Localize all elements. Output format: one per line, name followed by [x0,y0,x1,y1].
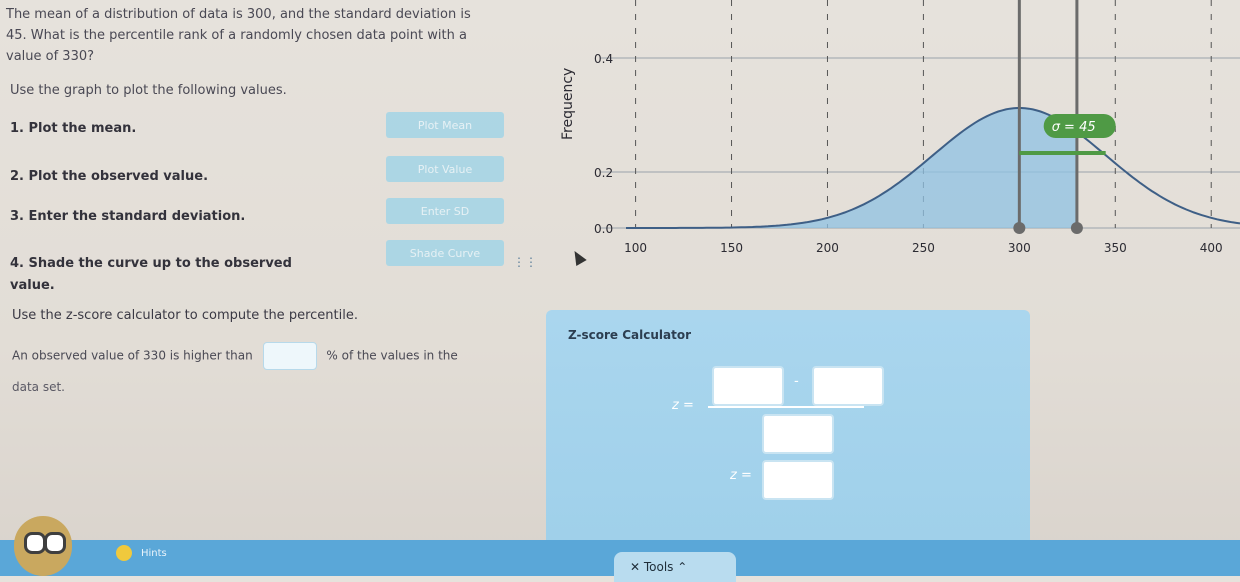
drag-handle-icon[interactable]: ⋮⋮ [513,255,537,269]
hint-bulb-icon[interactable] [116,545,132,561]
sentence-line2: data set. [12,380,65,394]
owl-eye-icon [24,532,46,554]
observed-value-input[interactable] [712,366,784,406]
sigma-label: σ = 45 [1052,120,1096,135]
sentence-before: An observed value of 330 is higher than [12,348,253,363]
sd-input[interactable] [762,414,834,454]
owl-eye-icon [44,532,66,554]
x-tick-label: 150 [720,241,743,255]
percentile-answer-input[interactable] [262,342,317,370]
x-axis-ticks: 100 150 200 250 300 350 400 [624,241,1223,255]
z-result-input[interactable] [762,460,834,500]
enter-sd-button[interactable]: Enter SD [386,198,504,224]
answer-sentence: An observed value of 330 is higher than … [12,342,458,370]
step-enter-sd: 3. Enter the standard deviation. [10,209,246,224]
graph-instruction: Use the graph to plot the following valu… [10,83,287,98]
y-tick-label: 0.0 [594,222,613,236]
question-line: value of 330? [6,49,95,64]
step-shade-curve: 4. Shade the curve up to the observed va… [10,256,292,293]
fraction-bar [708,406,864,408]
z-label: z = [672,398,694,413]
sentence-after: % of the values in the [326,348,458,363]
question-line: The mean of a distribution of data is 30… [6,7,471,22]
question-text: The mean of a distribution of data is 30… [6,4,506,67]
x-tick-label: 200 [816,241,839,255]
step-plot-mean: 1. Plot the mean. [10,121,137,136]
plot-mean-button[interactable]: Plot Mean [386,112,504,138]
question-line: 45. What is the percentile rank of a ran… [6,28,467,43]
x-tick-label: 300 [1008,241,1031,255]
x-tick-label: 100 [624,241,647,255]
plot-value-button[interactable]: Plot Value [386,156,504,182]
x-tick-label: 250 [912,241,935,255]
x-tick-label: 400 [1200,241,1223,255]
owl-mascot-icon[interactable] [14,516,72,576]
y-axis-ticks: 0.0 0.2 0.4 [594,52,613,236]
zscore-instruction: Use the z-score calculator to compute th… [12,308,358,323]
observed-point[interactable] [1070,222,1083,234]
y-axis-label: Frequency [560,68,576,140]
tools-label: ✕ Tools ⌃ [630,560,688,574]
shade-curve-button[interactable]: Shade Curve [386,240,504,266]
y-tick-label: 0.4 [594,52,613,66]
step-plot-value: 2. Plot the observed value. [10,169,209,184]
sigma-badge: σ = 45 [1043,114,1116,138]
normal-curve-chart[interactable]: 100 150 200 250 300 350 400 0.0 0.2 0.4 Frequenc… [540,0,1240,270]
x-tick-label: 350 [1104,241,1127,255]
mean-input[interactable] [812,366,884,406]
hints-link[interactable]: Hints [141,548,167,559]
tools-tab[interactable]: ✕ Tools ⌃ [614,552,736,582]
y-tick-label: 0.2 [594,166,613,180]
calculator-title: Z-score Calculator [568,328,691,342]
minus-sign: - [794,374,799,389]
z-result-label: z = [730,468,752,483]
mean-point[interactable] [1013,222,1026,234]
